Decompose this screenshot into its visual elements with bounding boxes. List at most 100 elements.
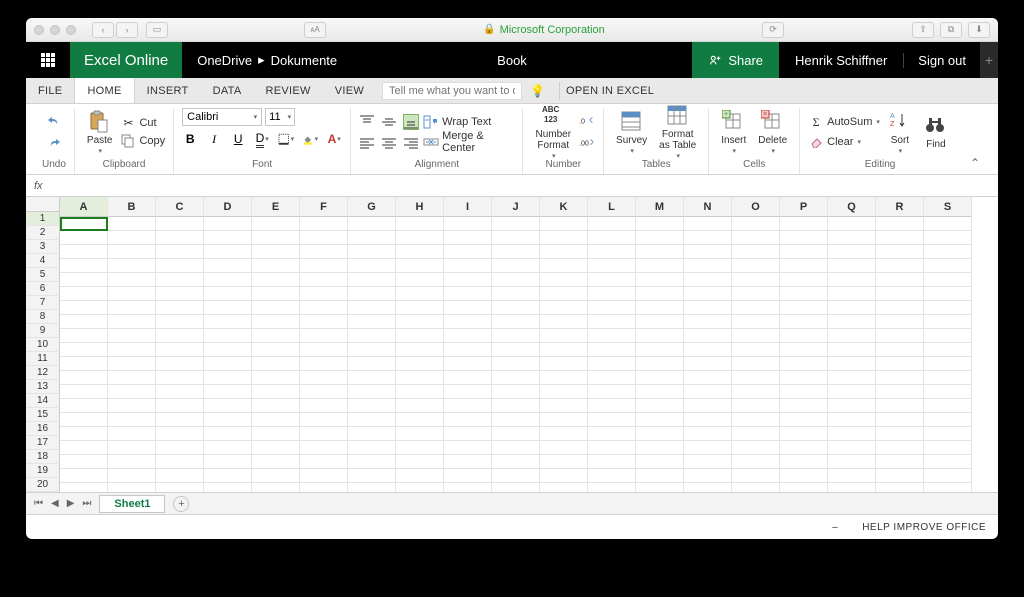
row-header[interactable]: 8 <box>26 310 60 324</box>
cell[interactable] <box>300 273 348 287</box>
cell[interactable] <box>684 217 732 231</box>
cell[interactable] <box>876 329 924 343</box>
cell[interactable] <box>204 385 252 399</box>
cell[interactable] <box>540 329 588 343</box>
cell[interactable] <box>636 217 684 231</box>
cells-area[interactable] <box>60 217 998 492</box>
forward-button[interactable]: › <box>116 22 138 38</box>
cell[interactable] <box>588 259 636 273</box>
cell[interactable] <box>780 301 828 315</box>
cell[interactable] <box>300 301 348 315</box>
cell[interactable] <box>492 385 540 399</box>
cell[interactable] <box>636 315 684 329</box>
cell[interactable] <box>684 371 732 385</box>
cell[interactable] <box>300 287 348 301</box>
cell[interactable] <box>156 273 204 287</box>
cell[interactable] <box>636 231 684 245</box>
cell[interactable] <box>492 357 540 371</box>
add-sheet-button[interactable]: + <box>173 496 189 512</box>
cell[interactable] <box>636 413 684 427</box>
cell[interactable] <box>348 455 396 469</box>
cell[interactable] <box>492 427 540 441</box>
cell[interactable] <box>108 371 156 385</box>
cell[interactable] <box>732 329 780 343</box>
cell[interactable] <box>780 273 828 287</box>
cell[interactable] <box>156 399 204 413</box>
cell[interactable] <box>108 273 156 287</box>
cell[interactable] <box>444 455 492 469</box>
cell[interactable] <box>300 427 348 441</box>
cell[interactable] <box>588 413 636 427</box>
cell[interactable] <box>156 259 204 273</box>
align-left-icon[interactable] <box>359 135 375 151</box>
cell[interactable] <box>300 413 348 427</box>
cell[interactable] <box>636 427 684 441</box>
cell[interactable] <box>684 231 732 245</box>
cell[interactable] <box>588 455 636 469</box>
cell[interactable] <box>588 245 636 259</box>
cell[interactable] <box>588 441 636 455</box>
cell[interactable] <box>780 315 828 329</box>
column-header[interactable]: N <box>684 197 732 217</box>
cell[interactable] <box>396 413 444 427</box>
cell[interactable] <box>924 273 972 287</box>
cell[interactable] <box>924 385 972 399</box>
cell[interactable] <box>492 413 540 427</box>
cell[interactable] <box>684 413 732 427</box>
cell[interactable] <box>540 315 588 329</box>
redo-icon[interactable] <box>46 135 62 151</box>
cell[interactable] <box>300 455 348 469</box>
cell[interactable] <box>636 483 684 492</box>
cell[interactable] <box>540 287 588 301</box>
align-center-icon[interactable] <box>381 135 397 151</box>
font-size-toggle[interactable]: ᴀA <box>304 22 326 38</box>
cell[interactable] <box>588 315 636 329</box>
cell[interactable] <box>108 357 156 371</box>
copy-button[interactable]: Copy <box>120 133 165 149</box>
cell[interactable] <box>876 315 924 329</box>
cell[interactable] <box>252 413 300 427</box>
column-header[interactable]: O <box>732 197 780 217</box>
cell[interactable] <box>204 329 252 343</box>
cell[interactable] <box>924 315 972 329</box>
cell[interactable] <box>156 357 204 371</box>
cell[interactable] <box>636 273 684 287</box>
cell[interactable] <box>540 259 588 273</box>
cell[interactable] <box>252 441 300 455</box>
cell[interactable] <box>876 483 924 492</box>
cell[interactable] <box>348 287 396 301</box>
cell[interactable] <box>252 217 300 231</box>
cell[interactable] <box>444 413 492 427</box>
cell[interactable] <box>780 287 828 301</box>
find-button[interactable]: Find <box>920 112 952 152</box>
cell[interactable] <box>732 231 780 245</box>
cell[interactable] <box>60 217 108 231</box>
cell[interactable] <box>492 455 540 469</box>
cell[interactable] <box>252 385 300 399</box>
row-header[interactable]: 14 <box>26 394 60 408</box>
cell[interactable] <box>396 343 444 357</box>
cell[interactable] <box>924 413 972 427</box>
cell[interactable] <box>780 231 828 245</box>
cell[interactable] <box>300 371 348 385</box>
cell[interactable] <box>348 385 396 399</box>
select-all-corner[interactable] <box>26 197 60 212</box>
cell[interactable] <box>876 301 924 315</box>
cell[interactable] <box>204 413 252 427</box>
cell[interactable] <box>444 427 492 441</box>
cell[interactable] <box>444 343 492 357</box>
delete-cells-button[interactable]: × Delete▾ <box>754 108 791 157</box>
row-header[interactable]: 11 <box>26 352 60 366</box>
cell[interactable] <box>828 413 876 427</box>
cell[interactable] <box>156 371 204 385</box>
cell[interactable] <box>444 385 492 399</box>
cell[interactable] <box>924 371 972 385</box>
cell[interactable] <box>156 413 204 427</box>
cell[interactable] <box>732 399 780 413</box>
cell[interactable] <box>348 357 396 371</box>
column-header[interactable]: K <box>540 197 588 217</box>
column-header[interactable]: B <box>108 197 156 217</box>
cell[interactable] <box>732 371 780 385</box>
cell[interactable] <box>780 217 828 231</box>
cell[interactable] <box>540 483 588 492</box>
